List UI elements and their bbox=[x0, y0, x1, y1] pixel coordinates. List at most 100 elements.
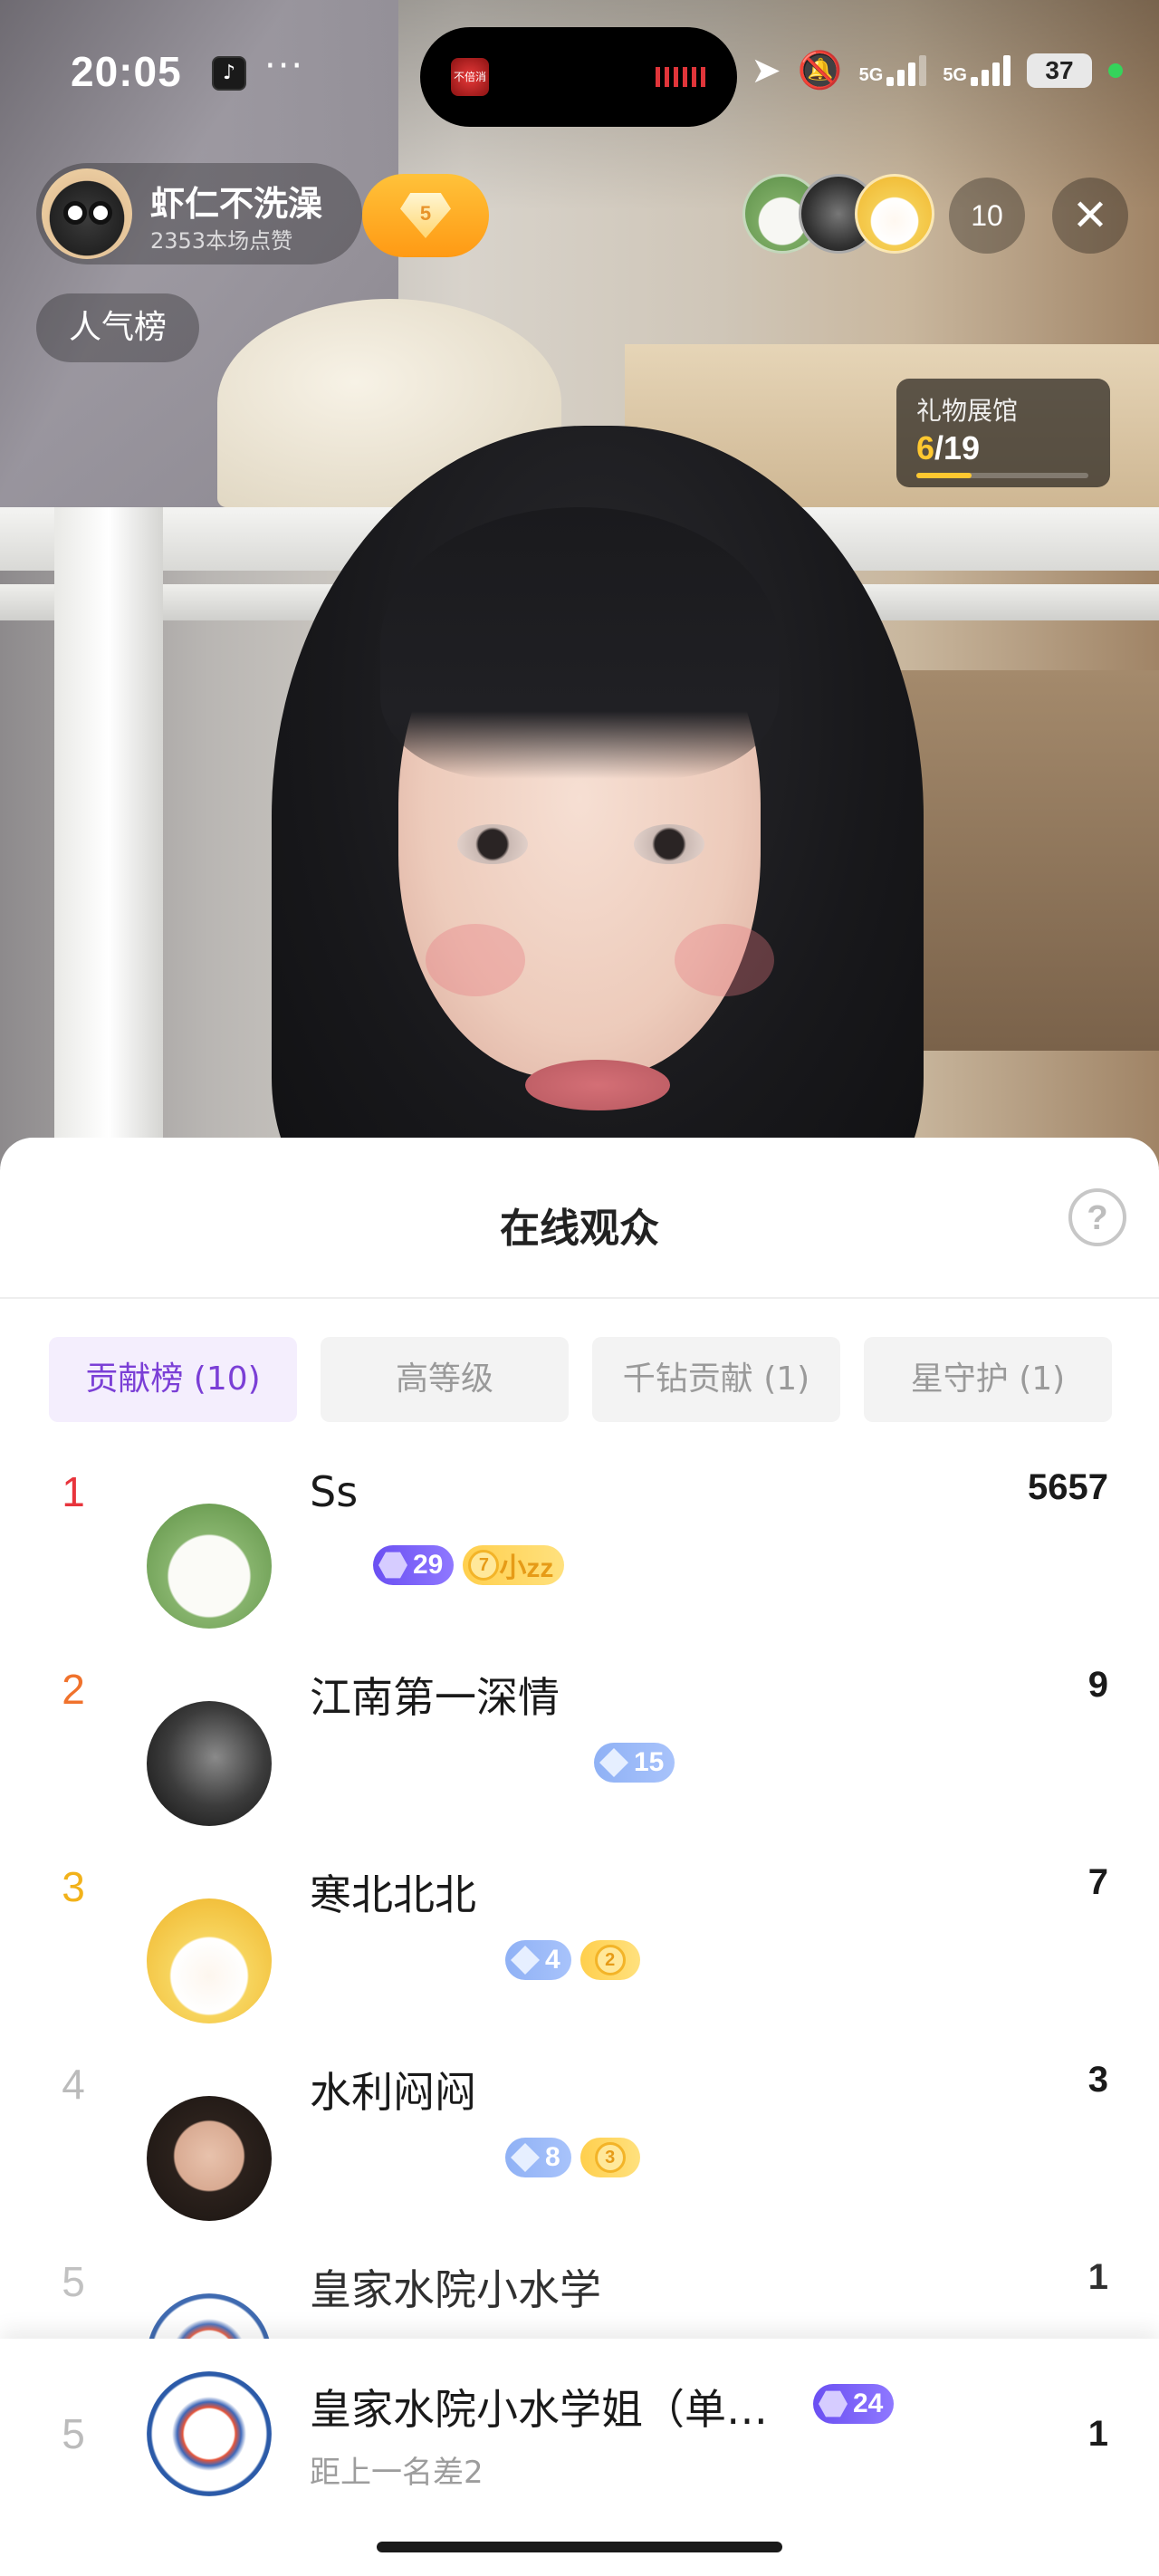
coin-icon: 2 bbox=[594, 1945, 626, 1975]
tab-high-level[interactable]: 高等级 bbox=[321, 1337, 569, 1422]
status-time: 20:05 bbox=[71, 48, 182, 95]
level-badge: 15 bbox=[594, 1743, 675, 1783]
fan-club-button[interactable]: 5 bbox=[362, 174, 489, 257]
user-badges: 4 2 bbox=[505, 1940, 640, 1980]
diamond-icon bbox=[599, 1748, 628, 1777]
hexagon-icon bbox=[378, 1552, 407, 1579]
gift-hall-current: 6 bbox=[916, 429, 935, 466]
rank-number: 3 bbox=[62, 1863, 85, 1910]
fan-badge: 2 bbox=[580, 1940, 640, 1980]
level-badge: 4 bbox=[505, 1940, 571, 1980]
user-badges: 8 3 bbox=[505, 2138, 640, 2177]
network-label-2: 5G bbox=[943, 65, 967, 85]
my-name: 皇家水院小水学姐（单… bbox=[310, 2385, 768, 2434]
fan-club-name: 小zz bbox=[499, 1553, 554, 1583]
list-item[interactable]: 1 Ss 29 7 小zz 5657 bbox=[0, 1467, 1159, 1665]
gap-to-next: 距上一名差2 bbox=[310, 2455, 484, 2491]
list-item[interactable]: 3 寒北北北 4 2 7 bbox=[0, 1862, 1159, 2060]
coin-icon: 3 bbox=[594, 2142, 626, 2173]
video-eye-right bbox=[634, 824, 704, 864]
battery-icon: 37 bbox=[1027, 53, 1092, 88]
gift-hall-total: /19 bbox=[934, 429, 981, 466]
avatar[interactable] bbox=[147, 1898, 272, 2023]
list-item[interactable]: 2 江南第一深情 15 9 bbox=[0, 1665, 1159, 1862]
video-lips bbox=[525, 1060, 670, 1110]
fan-badge: 3 bbox=[580, 2138, 640, 2177]
user-badges: 29 7 小zz bbox=[373, 1545, 565, 1585]
contribution-list: 1 Ss 29 7 小zz 5657 2 江南第一深情 15 9 3 寒北北北 4 bbox=[0, 1467, 1159, 2357]
video-bed-post bbox=[54, 507, 163, 1168]
diamond-icon bbox=[511, 2143, 540, 2172]
signal-icon bbox=[886, 55, 927, 86]
contribution-score: 1 bbox=[1087, 2414, 1108, 2454]
status-right: ➤ 🔕 5G 5G 37 bbox=[751, 45, 1123, 96]
level-badge-value: 24 bbox=[853, 2389, 884, 2418]
popularity-rank-button[interactable]: 人气榜 bbox=[36, 293, 199, 362]
top-viewer-avatars[interactable] bbox=[742, 174, 934, 255]
rank-number: 1 bbox=[62, 1468, 85, 1515]
signal-icon bbox=[971, 55, 1011, 86]
avatar[interactable] bbox=[855, 174, 934, 254]
divider bbox=[0, 1297, 1159, 1299]
camera-indicator-dot bbox=[1108, 63, 1123, 78]
host-avatar[interactable] bbox=[42, 168, 132, 259]
signal-group-1: 5G bbox=[859, 55, 927, 86]
level-badge-value: 4 bbox=[545, 1945, 560, 1975]
contribution-score: 7 bbox=[1087, 1862, 1108, 1902]
gem-icon: 5 bbox=[400, 193, 451, 238]
avatar-eye bbox=[63, 201, 87, 225]
list-item[interactable]: 4 水利闷闷 8 3 3 bbox=[0, 2060, 1159, 2257]
video-cheek-left bbox=[426, 924, 525, 996]
audience-tabs: 贡献榜 (10) 高等级 千钻贡献 (1) 星守护 (1) bbox=[49, 1337, 1112, 1422]
video-eye-left bbox=[457, 824, 528, 864]
network-label-1: 5G bbox=[858, 65, 884, 85]
level-badge-value: 29 bbox=[413, 1550, 444, 1580]
gift-hall-title: 礼物展馆 bbox=[916, 396, 1019, 426]
mute-bell-icon: 🔕 bbox=[797, 50, 843, 91]
status-bar: 20:05 ♪ ··· 不倍消 ➤ 🔕 5G 5G 37 bbox=[0, 0, 1159, 145]
contribution-score: 3 bbox=[1087, 2060, 1108, 2100]
level-badge-value: 8 bbox=[545, 2142, 560, 2172]
gift-hall-progress-bar bbox=[916, 473, 1088, 478]
video-cheek-right bbox=[675, 924, 774, 996]
gift-hall-card[interactable]: 礼物展馆 6/19 bbox=[896, 379, 1110, 487]
tab-star-guard[interactable]: 星守护 (1) bbox=[864, 1337, 1112, 1422]
home-indicator[interactable] bbox=[377, 2542, 782, 2552]
rank-number: 5 bbox=[62, 2410, 85, 2457]
location-icon: ➤ bbox=[751, 50, 781, 91]
level-badge: 24 bbox=[813, 2384, 895, 2424]
tab-thousand-diamond[interactable]: 千钻贡献 (1) bbox=[592, 1337, 840, 1422]
fan-club-badge: 7 小zz bbox=[463, 1545, 565, 1585]
user-badges: 24 bbox=[813, 2384, 895, 2424]
help-icon[interactable]: ? bbox=[1068, 1188, 1126, 1246]
rank-number: 2 bbox=[62, 1666, 85, 1713]
coin-icon: 7 bbox=[468, 1550, 500, 1581]
video-streamer-bangs bbox=[380, 507, 779, 779]
level-badge: 8 bbox=[505, 2138, 571, 2177]
contribution-score: 5657 bbox=[1028, 1467, 1108, 1507]
host-name: 虾仁不洗澡 bbox=[150, 184, 323, 224]
avatar-eye bbox=[89, 201, 112, 225]
sheet-title: 在线观众 bbox=[500, 1206, 659, 1252]
island-heart-icon: 不倍消 bbox=[451, 58, 489, 96]
avatar[interactable] bbox=[147, 2096, 272, 2221]
gift-hall-progress-fill bbox=[916, 473, 972, 478]
rank-number: 4 bbox=[62, 2061, 85, 2108]
user-badges: 15 bbox=[594, 1743, 675, 1783]
tab-contribution[interactable]: 贡献榜 (10) bbox=[49, 1337, 297, 1422]
close-icon[interactable]: ✕ bbox=[1052, 178, 1128, 254]
user-name: Ss bbox=[310, 1467, 359, 1516]
viewer-count[interactable]: 10 bbox=[949, 178, 1025, 254]
dynamic-island[interactable]: 不倍消 bbox=[420, 27, 737, 127]
gift-hall-progress-text: 6/19 bbox=[916, 429, 980, 467]
island-audio-bars bbox=[656, 67, 710, 87]
my-rank-card[interactable]: 5 皇家水院小水学姐（单… 24 距上一名差2 1 bbox=[0, 2339, 1159, 2576]
user-name: 江南第一深情 bbox=[310, 1673, 560, 1722]
avatar[interactable] bbox=[147, 1504, 272, 1629]
host-likes: 2353本场点赞 bbox=[150, 228, 293, 254]
more-dots: ··· bbox=[264, 45, 305, 87]
user-name: 水利闷闷 bbox=[310, 2068, 476, 2117]
avatar[interactable] bbox=[147, 2371, 272, 2496]
avatar[interactable] bbox=[147, 1701, 272, 1826]
host-info[interactable]: 虾仁不洗澡 2353本场点赞 bbox=[36, 163, 362, 264]
